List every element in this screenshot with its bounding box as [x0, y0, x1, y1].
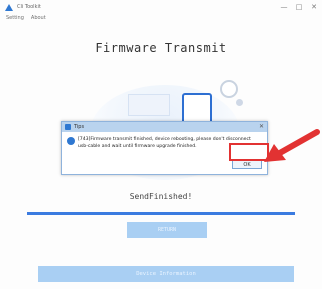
- status-text: SendFinished!: [129, 192, 193, 201]
- app-window: Cli Toolkit — □ ✕ Setting About Firmware…: [0, 0, 322, 289]
- close-button[interactable]: ✕: [310, 3, 318, 11]
- title-bar: Cli Toolkit — □ ✕: [0, 0, 322, 14]
- progress-fill: [27, 212, 295, 215]
- clock-icon: [220, 80, 238, 98]
- return-button[interactable]: RETURN: [127, 222, 207, 238]
- menu-setting[interactable]: Setting: [6, 14, 24, 23]
- menu-about[interactable]: About: [31, 14, 46, 23]
- decorative-dot-icon: [236, 99, 243, 106]
- maximize-button[interactable]: □: [295, 3, 303, 11]
- annotation-arrow-icon: [264, 129, 320, 162]
- dialog-title: Tips: [74, 124, 85, 130]
- menu-bar: Setting About: [0, 14, 322, 23]
- info-icon: [67, 137, 75, 145]
- computer-illustration-icon: [128, 94, 170, 116]
- dialog-app-icon: [65, 124, 71, 130]
- minimize-button[interactable]: —: [280, 3, 288, 11]
- page-title: Firmware Transmit: [95, 41, 227, 55]
- device-information-button[interactable]: Device Information: [38, 266, 294, 282]
- progress-bar: [27, 212, 295, 215]
- dialog-title-bar: Tips ✕: [62, 122, 267, 132]
- window-title: Cli Toolkit: [17, 4, 41, 10]
- app-logo-icon: [5, 3, 13, 11]
- window-controls: — □ ✕: [280, 3, 318, 11]
